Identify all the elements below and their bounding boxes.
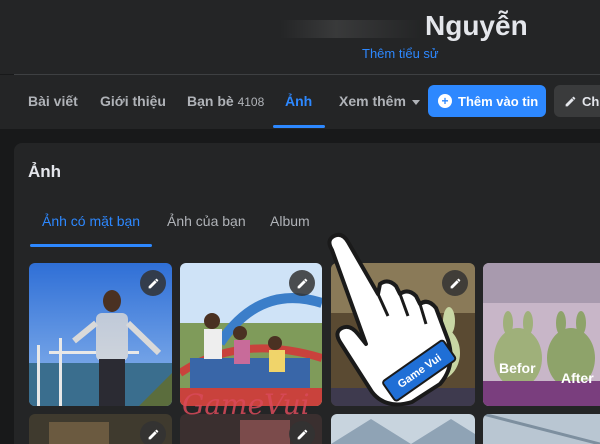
pencil-icon xyxy=(297,278,307,288)
photo-thumbnail[interactable] xyxy=(483,414,600,444)
edit-profile-label: Ch xyxy=(582,93,600,109)
pencil-icon xyxy=(565,96,576,106)
add-bio-link[interactable]: Thêm tiểu sử xyxy=(362,46,439,61)
pencil-icon xyxy=(297,429,307,439)
pointing-hand-icon: Game Vui xyxy=(327,232,457,407)
tab-photos-of-you[interactable]: Ảnh có mặt bạn xyxy=(42,213,140,229)
profile-name: Nguyễn xyxy=(425,10,528,41)
before-label: Befor xyxy=(499,360,536,376)
photo-thumbnail[interactable] xyxy=(180,263,322,406)
after-label: After xyxy=(561,370,594,386)
tab-more-label: Xem thêm xyxy=(339,93,406,109)
watermark-logo-text: GameVui xyxy=(182,388,310,421)
edit-photo-button[interactable] xyxy=(289,421,315,444)
friends-count: 4108 xyxy=(237,95,265,109)
tab-friends-label: Bạn bè xyxy=(187,93,234,109)
tab-more[interactable]: Xem thêm xyxy=(339,93,420,109)
active-tab-indicator xyxy=(273,125,325,128)
chevron-down-icon xyxy=(411,99,420,105)
edit-photo-button[interactable] xyxy=(140,270,166,296)
photo-partial xyxy=(483,414,600,444)
tab-albums[interactable]: Album xyxy=(270,213,310,229)
photo-thumbnail[interactable] xyxy=(29,414,172,444)
tab-posts[interactable]: Bài viết xyxy=(28,93,78,109)
gamevui-watermark-logo: GameVui xyxy=(182,388,310,421)
tab-your-photos[interactable]: Ảnh của bạn xyxy=(167,213,246,229)
tab-posts-label: Bài viết xyxy=(28,93,78,109)
photo-partial xyxy=(331,414,475,444)
photo-thumbnail[interactable] xyxy=(331,414,475,444)
photo-tab-indicator xyxy=(30,244,152,247)
pointing-hand-overlay: Game Vui xyxy=(316,232,466,417)
pencil-icon xyxy=(148,429,158,439)
edit-photo-button[interactable] xyxy=(289,270,315,296)
tab-photos-label: Ảnh xyxy=(285,93,313,109)
tab-friends[interactable]: Bạn bè 4108 xyxy=(187,93,264,109)
blurred-name-area xyxy=(280,20,420,38)
edit-photo-button[interactable] xyxy=(140,421,166,444)
edit-profile-button[interactable]: Ch xyxy=(554,85,600,117)
photo-thumbnail[interactable]: Befor After xyxy=(483,263,600,406)
photos-title: Ảnh xyxy=(28,162,62,181)
tab-about-label: Giới thiệu xyxy=(100,93,166,109)
add-to-story-button[interactable]: + Thêm vào tin xyxy=(428,85,546,117)
plus-icon: + xyxy=(438,94,452,108)
pencil-icon xyxy=(148,278,158,288)
tab-photos[interactable]: Ảnh xyxy=(285,93,312,109)
add-to-story-label: Thêm vào tin xyxy=(458,93,539,109)
photo-thumbnail[interactable] xyxy=(29,263,172,406)
tab-about[interactable]: Giới thiệu xyxy=(100,93,166,109)
